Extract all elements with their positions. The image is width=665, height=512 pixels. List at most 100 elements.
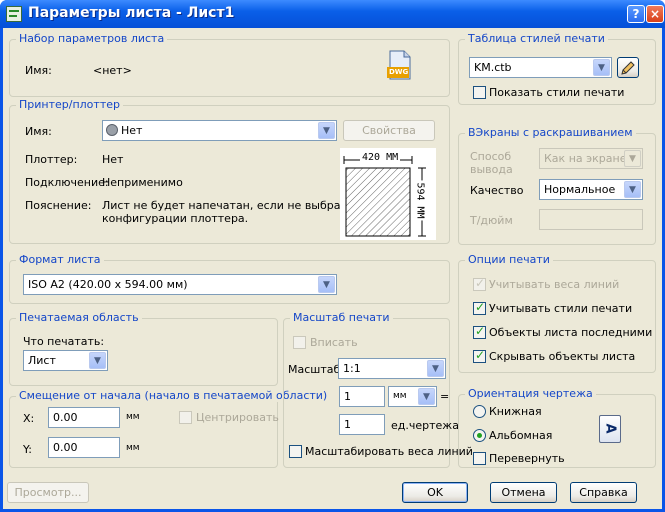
- pencil-icon: [621, 61, 635, 75]
- upside-down-label: Перевернуть: [489, 452, 565, 465]
- description-line1: Лист не будет напечатан, если не выбрать…: [102, 199, 379, 212]
- paper-size-title: Формат листа: [16, 253, 104, 266]
- plotter-label: Плоттер:: [25, 153, 78, 166]
- connection-value: Неприменимо: [102, 176, 183, 189]
- plot-with-styles-checkbox[interactable]: [473, 300, 486, 315]
- landscape-radio[interactable]: [473, 429, 486, 442]
- show-plot-styles-label: Показать стили печати: [489, 86, 625, 99]
- properties-button[interactable]: Свойства: [343, 120, 435, 141]
- plot-offset-group: Смещение от начала (начало в печатаемой …: [9, 389, 331, 468]
- dpi-input[interactable]: [539, 209, 643, 230]
- shaded-viewport-group: ВЭкраны с раскрашиванием Способ вывода К…: [458, 126, 656, 245]
- scale-select[interactable]: 1:1 ▼: [338, 358, 446, 379]
- chevron-down-icon[interactable]: ▼: [593, 59, 610, 76]
- style-table-title: Таблица стилей печати: [465, 32, 608, 45]
- cancel-button[interactable]: Отмена: [490, 482, 557, 503]
- plotter-value: Нет: [102, 153, 124, 166]
- offset-y-input[interactable]: 0.00: [48, 437, 120, 458]
- chevron-down-icon[interactable]: ▼: [427, 360, 444, 377]
- shaded-viewport-title: ВЭкраны с раскрашиванием: [465, 126, 636, 139]
- window-title: Параметры листа - Лист1: [28, 5, 235, 21]
- chevron-down-icon[interactable]: ▼: [418, 388, 435, 405]
- scale-label: Масштаб:: [288, 363, 344, 376]
- page-setup-window: Параметры листа - Лист1 ? × Набор параме…: [0, 0, 665, 512]
- style-table-group: Таблица стилей печати KM.ctb ▼ Показать …: [458, 32, 656, 105]
- center-plot-checkbox[interactable]: [179, 411, 192, 424]
- landscape-orientation-icon: A: [599, 415, 621, 443]
- chevron-down-icon[interactable]: ▼: [318, 276, 335, 293]
- orientation-glyph: A: [602, 423, 618, 434]
- hide-paperspace-objects-checkbox[interactable]: [473, 348, 486, 363]
- ok-button[interactable]: OK: [402, 482, 468, 503]
- paper-size-group: Формат листа ISO A2 (420.00 x 594.00 мм)…: [9, 253, 450, 304]
- offset-y-label: Y:: [23, 443, 32, 456]
- scale-paper-units-input[interactable]: 1: [339, 386, 385, 407]
- shade-plot-value: Как на экране: [544, 152, 627, 165]
- preview-width-label: 420 MM: [360, 152, 401, 163]
- preview-height-label: 594 MM: [414, 180, 426, 221]
- edit-style-table-button[interactable]: [617, 57, 639, 78]
- preview-button[interactable]: Просмотр...: [7, 482, 89, 503]
- landscape-label: Альбомная: [489, 429, 553, 442]
- what-to-plot-label: Что печатать:: [23, 335, 105, 348]
- show-plot-styles-checkbox[interactable]: [473, 86, 486, 99]
- plot-options-group: Опции печати Учитывать веса линий Учитыв…: [458, 253, 656, 373]
- printer-name-select[interactable]: Нет ▼: [102, 120, 337, 141]
- dpi-label: Т/дюйм: [470, 214, 513, 227]
- page-setup-name-label: Имя:: [25, 64, 52, 77]
- plot-scale-group: Масштаб печати Вписать Масштаб: 1:1 ▼ 1 …: [283, 311, 473, 468]
- chevron-down-icon[interactable]: ▼: [624, 181, 641, 198]
- page-setup-group: Набор параметров листа Имя: <нет> DWG: [9, 32, 450, 97]
- what-to-plot-select[interactable]: Лист ▼: [23, 350, 108, 371]
- shade-plot-select[interactable]: Как на экране ▼: [539, 148, 643, 169]
- dialog-body: Набор параметров листа Имя: <нет> DWG Пр…: [3, 28, 662, 509]
- plot-area-group: Печатаемая область Что печатать: Лист ▼: [9, 311, 278, 386]
- hide-paperspace-objects-label: Скрывать объекты листа: [489, 350, 636, 363]
- equals-sign: =: [440, 390, 450, 403]
- page-setup-name-value: <нет>: [93, 64, 132, 77]
- upside-down-checkbox[interactable]: [473, 452, 486, 465]
- chevron-down-icon[interactable]: ▼: [624, 150, 641, 167]
- fit-to-paper-label: Вписать: [310, 336, 358, 349]
- orientation-title: Ориентация чертежа: [465, 387, 596, 400]
- orientation-group: Ориентация чертежа Книжная Альбомная Пер…: [458, 387, 656, 468]
- help-icon[interactable]: ?: [627, 5, 645, 23]
- chevron-down-icon[interactable]: ▼: [318, 122, 335, 139]
- offset-y-value: 0.00: [53, 441, 78, 454]
- description-label: Пояснение:: [25, 199, 92, 212]
- quality-value: Нормальное: [544, 183, 616, 196]
- portrait-label: Книжная: [489, 405, 542, 418]
- drawing-units-label: ед.чертежа: [391, 419, 459, 432]
- plot-with-styles-label: Учитывать стили печати: [489, 302, 633, 315]
- printer-name-value: Нет: [121, 124, 143, 137]
- plot-lineweights-checkbox[interactable]: [473, 276, 486, 291]
- shade-plot-label-line1: Способ: [470, 150, 512, 163]
- page-setup-title: Набор параметров листа: [16, 32, 168, 45]
- printer-icon: [106, 124, 118, 136]
- scale-lineweights-checkbox[interactable]: [289, 445, 302, 458]
- printer-name-label: Имя:: [25, 125, 52, 138]
- quality-select[interactable]: Нормальное ▼: [539, 179, 643, 200]
- style-table-value: KM.ctb: [474, 61, 512, 74]
- center-plot-label: Центрировать: [196, 411, 279, 424]
- scale-drawing-units-value: 1: [344, 418, 351, 431]
- fit-to-paper-checkbox[interactable]: [293, 336, 306, 349]
- plot-area-title: Печатаемая область: [16, 311, 142, 324]
- scale-drawing-units-input[interactable]: 1: [339, 414, 385, 435]
- description-line2: конфигурации плоттера.: [102, 212, 249, 225]
- style-table-select[interactable]: KM.ctb ▼: [469, 57, 612, 78]
- paper-size-select[interactable]: ISO A2 (420.00 x 594.00 мм) ▼: [23, 274, 337, 295]
- plot-paperspace-last-checkbox[interactable]: [473, 324, 486, 339]
- plot-paperspace-last-label: Объекты листа последними: [489, 326, 653, 339]
- offset-x-value: 0.00: [53, 411, 78, 424]
- title-bar[interactable]: Параметры листа - Лист1 ? ×: [0, 0, 665, 28]
- dwg-file-icon: DWG: [386, 50, 412, 80]
- close-icon[interactable]: ×: [646, 5, 664, 23]
- scale-paper-units-value: 1: [344, 390, 351, 403]
- help-button[interactable]: Справка: [570, 482, 637, 503]
- offset-x-input[interactable]: 0.00: [48, 407, 120, 428]
- chevron-down-icon[interactable]: ▼: [89, 352, 106, 369]
- portrait-radio[interactable]: [473, 405, 486, 418]
- plot-scale-title: Масштаб печати: [290, 311, 393, 324]
- scale-units-select[interactable]: мм ▼: [388, 386, 437, 407]
